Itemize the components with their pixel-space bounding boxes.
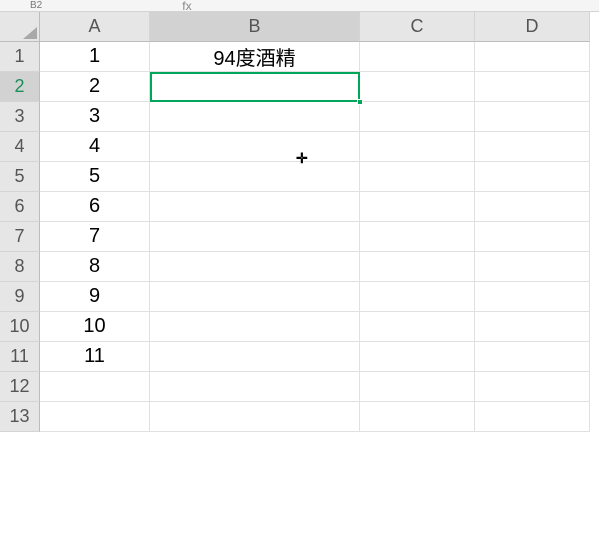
row-header-7[interactable]: 7 [0, 222, 40, 252]
cell-D3[interactable] [475, 102, 590, 132]
row-header-1[interactable]: 1 [0, 42, 40, 72]
cell-D9[interactable] [475, 282, 590, 312]
cell-B8[interactable] [150, 252, 360, 282]
cell-C5[interactable] [360, 162, 475, 192]
row-header-8[interactable]: 8 [0, 252, 40, 282]
col-header-C[interactable]: C [360, 12, 475, 42]
cell-A2[interactable]: 2 [40, 72, 150, 102]
row-header-3[interactable]: 3 [0, 102, 40, 132]
cell-C6[interactable] [360, 192, 475, 222]
row-header-10[interactable]: 10 [0, 312, 40, 342]
cell-B5[interactable] [150, 162, 360, 192]
fx-icon[interactable]: fx [182, 0, 191, 12]
cell-A10[interactable]: 10 [40, 312, 150, 342]
row-header-5[interactable]: 5 [0, 162, 40, 192]
cell-A6[interactable]: 6 [40, 192, 150, 222]
cell-A5[interactable]: 5 [40, 162, 150, 192]
cell-B11[interactable] [150, 342, 360, 372]
row-header-11[interactable]: 11 [0, 342, 40, 372]
cell-A13[interactable] [40, 402, 150, 432]
name-box[interactable]: B2 [20, 0, 52, 11]
cell-A12[interactable] [40, 372, 150, 402]
cell-B13[interactable] [150, 402, 360, 432]
cell-C7[interactable] [360, 222, 475, 252]
cell-A3[interactable]: 3 [40, 102, 150, 132]
formula-bar: B2 fx [0, 0, 599, 12]
cell-C1[interactable] [360, 42, 475, 72]
cell-D5[interactable] [475, 162, 590, 192]
cell-B4[interactable] [150, 132, 360, 162]
cell-D11[interactable] [475, 342, 590, 372]
cell-C3[interactable] [360, 102, 475, 132]
cell-D13[interactable] [475, 402, 590, 432]
cell-B3[interactable] [150, 102, 360, 132]
row-header-2[interactable]: 2 [0, 72, 40, 102]
cell-D1[interactable] [475, 42, 590, 72]
cell-B2[interactable] [150, 72, 360, 102]
cell-D12[interactable] [475, 372, 590, 402]
spreadsheet-grid[interactable]: A B C D 1 1 94度酒精 2 2 3 3 4 4 5 5 6 6 7 … [0, 12, 599, 432]
cell-D8[interactable] [475, 252, 590, 282]
row-header-6[interactable]: 6 [0, 192, 40, 222]
cell-B12[interactable] [150, 372, 360, 402]
cell-A4[interactable]: 4 [40, 132, 150, 162]
select-all-corner[interactable] [0, 12, 40, 42]
row-header-4[interactable]: 4 [0, 132, 40, 162]
col-header-D[interactable]: D [475, 12, 590, 42]
cell-B9[interactable] [150, 282, 360, 312]
cell-A9[interactable]: 9 [40, 282, 150, 312]
cell-A11[interactable]: 11 [40, 342, 150, 372]
col-header-A[interactable]: A [40, 12, 150, 42]
cell-C11[interactable] [360, 342, 475, 372]
cell-A8[interactable]: 8 [40, 252, 150, 282]
cell-C12[interactable] [360, 372, 475, 402]
cell-D4[interactable] [475, 132, 590, 162]
row-header-13[interactable]: 13 [0, 402, 40, 432]
cell-C13[interactable] [360, 402, 475, 432]
cell-D6[interactable] [475, 192, 590, 222]
cell-C9[interactable] [360, 282, 475, 312]
cell-D2[interactable] [475, 72, 590, 102]
cell-C10[interactable] [360, 312, 475, 342]
row-header-12[interactable]: 12 [0, 372, 40, 402]
cell-B6[interactable] [150, 192, 360, 222]
row-header-9[interactable]: 9 [0, 282, 40, 312]
cell-B1[interactable]: 94度酒精 [150, 42, 360, 72]
col-header-B[interactable]: B [150, 12, 360, 42]
cell-D10[interactable] [475, 312, 590, 342]
cell-B7[interactable] [150, 222, 360, 252]
cell-C2[interactable] [360, 72, 475, 102]
cell-C4[interactable] [360, 132, 475, 162]
cell-A1[interactable]: 1 [40, 42, 150, 72]
cell-C8[interactable] [360, 252, 475, 282]
cell-A7[interactable]: 7 [40, 222, 150, 252]
cell-D7[interactable] [475, 222, 590, 252]
fill-handle[interactable] [357, 99, 363, 105]
cell-B10[interactable] [150, 312, 360, 342]
